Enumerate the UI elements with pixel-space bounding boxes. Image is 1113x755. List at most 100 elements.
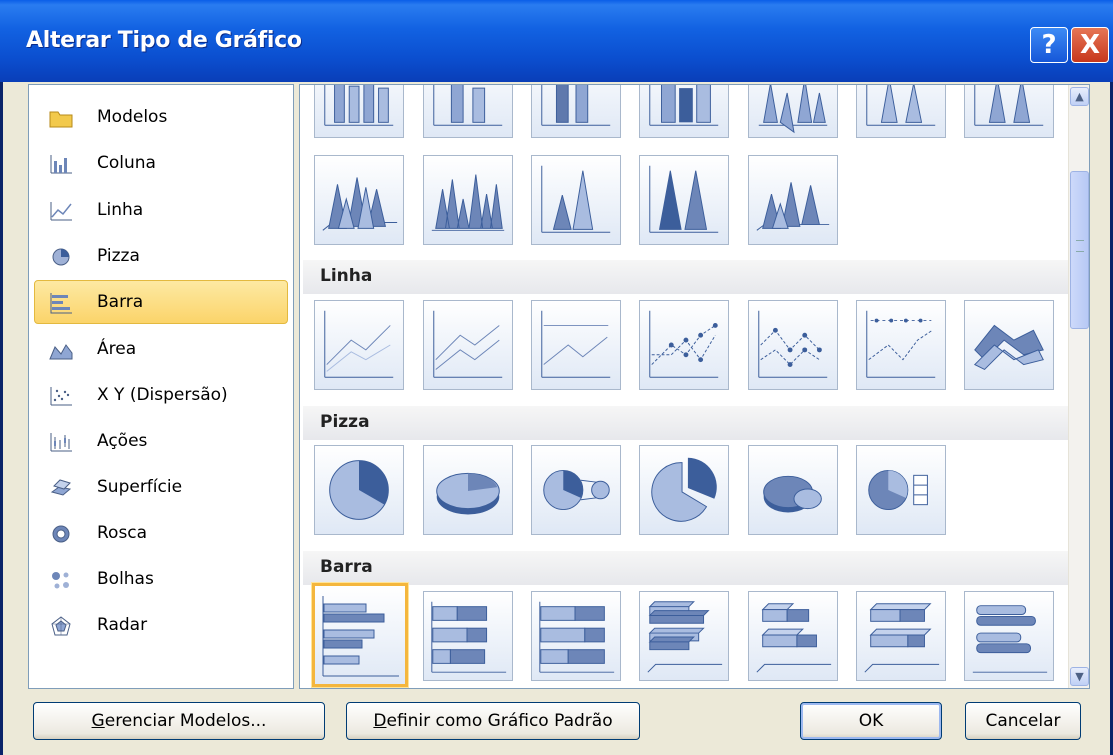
chart-thumb-cylinder-stacked[interactable]: [423, 85, 513, 138]
scroll-down-icon[interactable]: ▼: [1070, 667, 1089, 686]
chart-thumb-bar-3d-clustered[interactable]: [639, 591, 729, 681]
chart-thumb-line-markers[interactable]: [639, 300, 729, 390]
bar-chart-icon: [539, 601, 615, 673]
category-item-coluna[interactable]: Coluna: [34, 141, 288, 185]
pie-chart-icon: [52, 248, 70, 266]
chart-thumb-bar-3d-stacked[interactable]: [748, 591, 838, 681]
pyramid-chart-icon: [756, 182, 830, 231]
chart-thumb-bar-3d-100[interactable]: [856, 591, 946, 681]
category-item-superficie[interactable]: Superfície: [34, 465, 288, 509]
pyramid-chart-icon: [541, 165, 611, 233]
chart-thumb-pie-3d[interactable]: [423, 445, 513, 535]
chart-thumb-bar-of-pie[interactable]: [856, 445, 946, 535]
cone-chart-icon: [974, 85, 1044, 126]
chart-thumb-cylinder-bar[interactable]: [964, 591, 1054, 681]
pie-chart-icon: [436, 472, 500, 515]
chart-thumb-pyramid-3d[interactable]: [748, 155, 838, 245]
category-item-rosca[interactable]: Rosca: [34, 511, 288, 555]
chart-thumb-line-stacked[interactable]: [423, 300, 513, 390]
pie-chart-icon: [543, 469, 610, 511]
bar-3d-chart-icon: [647, 601, 723, 673]
chart-thumb-line[interactable]: [314, 300, 404, 390]
line-chart-icon: [649, 310, 719, 378]
scroll-thumb[interactable]: [1070, 171, 1089, 329]
category-item-pizza[interactable]: Pizza: [34, 234, 288, 278]
chart-thumb-pyramid-100[interactable]: [639, 155, 729, 245]
scroll-up-icon[interactable]: ▲: [1070, 87, 1089, 106]
group-header-pizza: Pizza: [303, 406, 1068, 440]
chart-thumb-cylinder-3d[interactable]: [639, 85, 729, 138]
cylinder-chart-icon: [324, 85, 394, 126]
cone-chart-icon: [758, 85, 828, 134]
chart-thumb-line-100[interactable]: [531, 300, 621, 390]
pie-chart-icon: [651, 457, 717, 522]
cylinder-bar-chart-icon: [972, 605, 1048, 673]
chart-thumb-bar-100[interactable]: [531, 591, 621, 681]
category-item-acoes[interactable]: Ações: [34, 419, 288, 463]
chart-thumb-bar-clustered[interactable]: [312, 583, 408, 687]
set-default-chart-button[interactable]: Definir como Gráfico Padrão: [346, 702, 640, 740]
category-label: Modelos: [97, 107, 168, 127]
pie-chart-icon: [763, 475, 822, 513]
help-button[interactable]: ?: [1030, 27, 1068, 63]
chart-thumb-line-3d[interactable]: [964, 300, 1054, 390]
bubble-chart-icon: [52, 572, 69, 589]
bar-chart-icon: [50, 293, 72, 314]
chart-thumb-cylinder-clustered[interactable]: [314, 85, 404, 138]
chart-category-list: Modelos Coluna Linha Pizza Barra Área X …: [28, 84, 294, 689]
bar-chart-icon: [322, 596, 399, 677]
cylinder-chart-icon: [649, 85, 719, 126]
chart-thumb-pyramid-clustered[interactable]: [423, 155, 513, 245]
chart-thumb-cone-3d[interactable]: [314, 155, 404, 245]
bar-3d-chart-icon: [864, 603, 940, 673]
manage-templates-label: erenciar Modelos...: [104, 711, 267, 731]
chart-thumb-pyramid-stacked[interactable]: [531, 155, 621, 245]
chart-thumb-cone-clustered[interactable]: [748, 85, 838, 138]
line-chart-icon: [324, 310, 394, 378]
chart-thumb-pie-3d-exploded[interactable]: [748, 445, 838, 535]
category-label: X Y (Dispersão): [97, 385, 228, 405]
cancel-button[interactable]: Cancelar: [965, 702, 1081, 740]
chart-thumb-cone-stacked[interactable]: [856, 85, 946, 138]
category-item-radar[interactable]: Radar: [34, 603, 288, 647]
cone-chart-icon: [322, 177, 398, 231]
category-label: Ações: [97, 431, 148, 451]
chart-gallery: Linha Pizza Barra ▲ ▼: [299, 84, 1090, 689]
group-header-barra: Barra: [303, 551, 1068, 585]
category-item-linha[interactable]: Linha: [34, 188, 288, 232]
chart-thumb-bar-stacked[interactable]: [423, 591, 513, 681]
title-bar: Alterar Tipo de Gráfico ? X: [0, 0, 1113, 82]
line-3d-chart-icon: [973, 324, 1044, 371]
category-item-modelos[interactable]: Modelos: [34, 95, 288, 139]
line-chart-icon: [50, 202, 72, 221]
chart-thumb-cone-100[interactable]: [964, 85, 1054, 138]
category-item-bolhas[interactable]: Bolhas: [34, 557, 288, 601]
chart-thumb-line-markers-stacked[interactable]: [748, 300, 838, 390]
line-chart-icon: [541, 310, 611, 378]
radar-chart-icon: [51, 616, 71, 636]
stock-chart-icon: [50, 433, 72, 452]
close-button[interactable]: X: [1071, 27, 1109, 63]
chart-thumb-line-markers-100[interactable]: [856, 300, 946, 390]
area-chart-icon: [49, 344, 73, 360]
line-chart-icon: [433, 310, 503, 378]
manage-templates-button[interactable]: Gerenciar Modelos...: [33, 702, 325, 740]
chart-thumb-cylinder-100[interactable]: [531, 85, 621, 138]
chart-thumb-pie[interactable]: [314, 445, 404, 535]
ok-button[interactable]: OK: [800, 702, 942, 740]
category-label: Coluna: [97, 153, 156, 173]
chart-thumb-pie-of-pie[interactable]: [531, 445, 621, 535]
doughnut-chart-icon: [52, 525, 70, 543]
dialog-body: Modelos Coluna Linha Pizza Barra Área X …: [3, 82, 1110, 755]
category-label: Barra: [97, 292, 144, 312]
cone-chart-icon: [866, 85, 936, 126]
gallery-scrollbar[interactable]: ▲ ▼: [1068, 85, 1089, 688]
line-chart-icon: [758, 310, 828, 378]
category-item-barra[interactable]: Barra: [34, 280, 288, 324]
bar-3d-chart-icon: [756, 603, 832, 673]
category-item-area[interactable]: Área: [34, 327, 288, 371]
category-item-dispersao[interactable]: X Y (Dispersão): [34, 373, 288, 417]
chart-thumb-pie-exploded[interactable]: [639, 445, 729, 535]
folder-icon: [49, 111, 73, 128]
set-default-label: efinir como Gráfico Padrão: [386, 711, 613, 731]
